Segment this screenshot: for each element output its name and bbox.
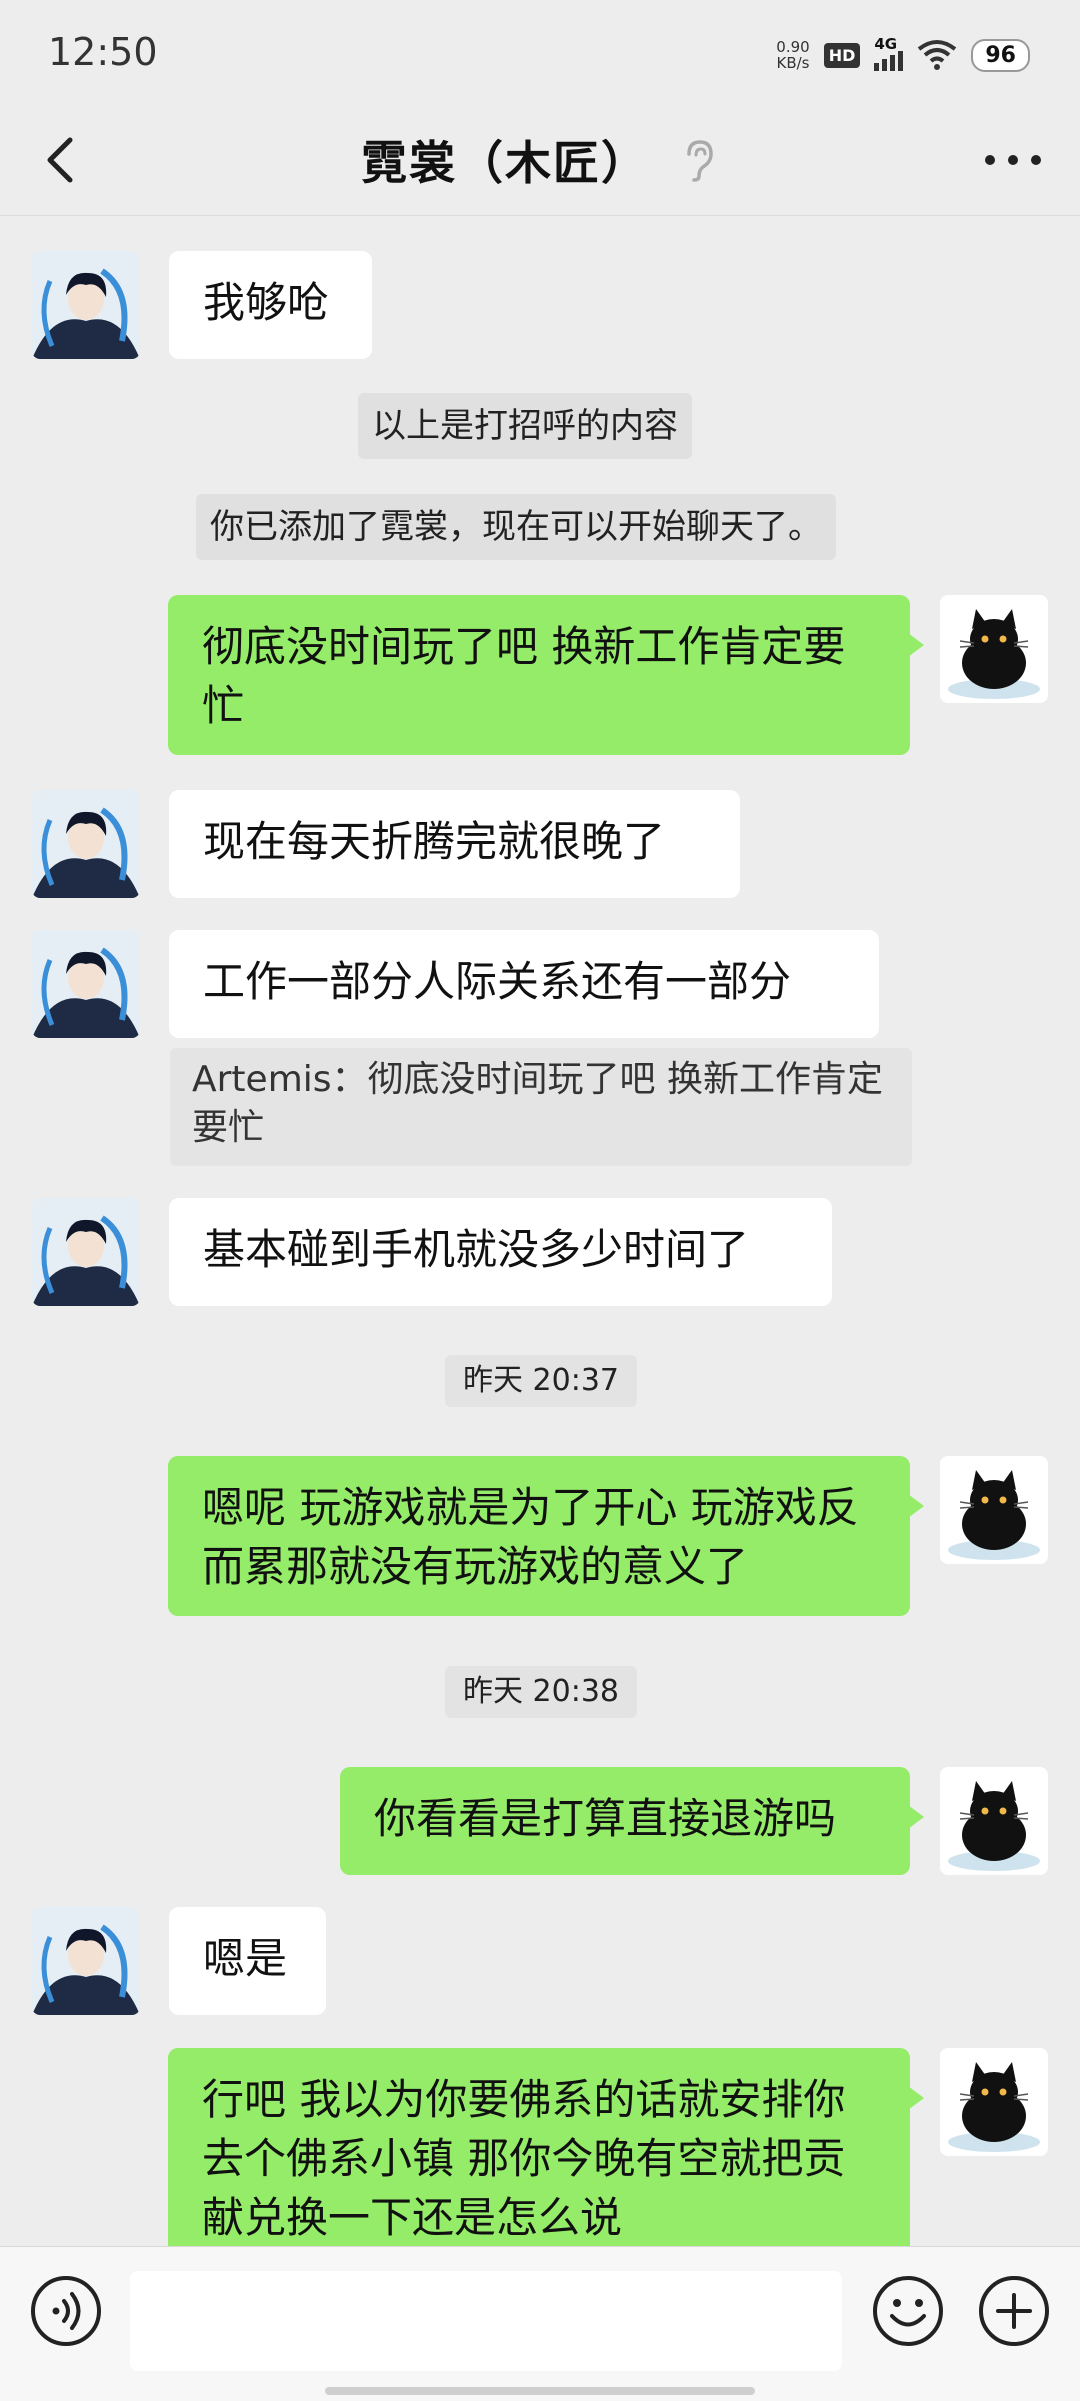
contact-avatar[interactable] xyxy=(32,1198,140,1306)
voice-icon[interactable] xyxy=(28,2273,104,2349)
outgoing-message[interactable]: 行吧 我以为你要佛系的话就安排你去个佛系小镇 那你今晚有空就把贡献兑换一下还是怎… xyxy=(168,2048,924,2268)
header-title-group: 霓裳（木匠） xyxy=(0,110,1080,210)
incoming-message[interactable]: 基本碰到手机就没多少时间了 xyxy=(169,1198,832,1306)
emoji-icon[interactable] xyxy=(870,2273,946,2349)
plus-icon[interactable] xyxy=(976,2273,1052,2349)
ear-icon xyxy=(687,140,713,182)
wifi-icon xyxy=(918,40,957,70)
chat-header: 霓裳（木匠） xyxy=(0,110,1080,216)
outgoing-message[interactable]: 嗯呢 玩游戏就是为了开心 玩游戏反而累那就没有玩游戏的意义了 xyxy=(168,1456,924,1616)
status-time: 12:50 xyxy=(48,30,158,74)
more-horizontal-icon[interactable] xyxy=(978,135,1048,185)
network-speed-value: 0.90 xyxy=(776,38,810,56)
incoming-message[interactable]: 工作一部分人际关系还有一部分 xyxy=(169,930,879,1038)
outgoing-message[interactable]: 你看看是打算直接退游吗 xyxy=(340,1767,924,1875)
user-avatar[interactable] xyxy=(940,1767,1048,1875)
chat-title[interactable]: 霓裳（木匠） xyxy=(361,127,649,193)
user-avatar[interactable] xyxy=(940,2048,1048,2156)
system-notice: 以上是打招呼的内容 xyxy=(358,393,692,459)
user-avatar[interactable] xyxy=(940,595,1048,703)
user-avatar[interactable] xyxy=(940,1456,1048,1564)
status-icons: 0.90 KB/s HD 4G 96 xyxy=(776,30,1030,80)
network-type: 4G xyxy=(874,35,898,53)
battery-indicator: 96 xyxy=(971,38,1030,72)
input-bar xyxy=(0,2246,1080,2401)
contact-avatar[interactable] xyxy=(32,251,140,359)
message-input[interactable] xyxy=(130,2271,842,2371)
incoming-message[interactable]: 我够呛 xyxy=(169,251,372,359)
contact-avatar[interactable] xyxy=(32,930,140,1038)
contact-avatar[interactable] xyxy=(32,1907,140,2015)
timestamp: 昨天 20:38 xyxy=(445,1666,637,1718)
hd-icon: HD xyxy=(823,42,861,68)
signal-icon: 4G xyxy=(874,35,904,71)
status-bar: 12:50 0.90 KB/s HD 4G 96 xyxy=(0,0,1080,110)
outgoing-message[interactable]: 彻底没时间玩了吧 换新工作肯定要忙 xyxy=(168,595,924,755)
system-notice: 你已添加了霓裳，现在可以开始聊天了。 xyxy=(196,494,836,560)
network-speed: 0.90 KB/s xyxy=(776,39,809,71)
contact-avatar[interactable] xyxy=(32,790,140,898)
network-speed-unit: KB/s xyxy=(776,54,810,72)
timestamp: 昨天 20:37 xyxy=(445,1355,637,1407)
incoming-message[interactable]: 现在每天折腾完就很晚了 xyxy=(169,790,740,898)
incoming-message[interactable]: 嗯是 xyxy=(169,1907,326,2015)
quoted-message[interactable]: Artemis：彻底没时间玩了吧 换新工作肯定要忙 xyxy=(170,1048,912,1166)
home-indicator xyxy=(325,2387,755,2395)
